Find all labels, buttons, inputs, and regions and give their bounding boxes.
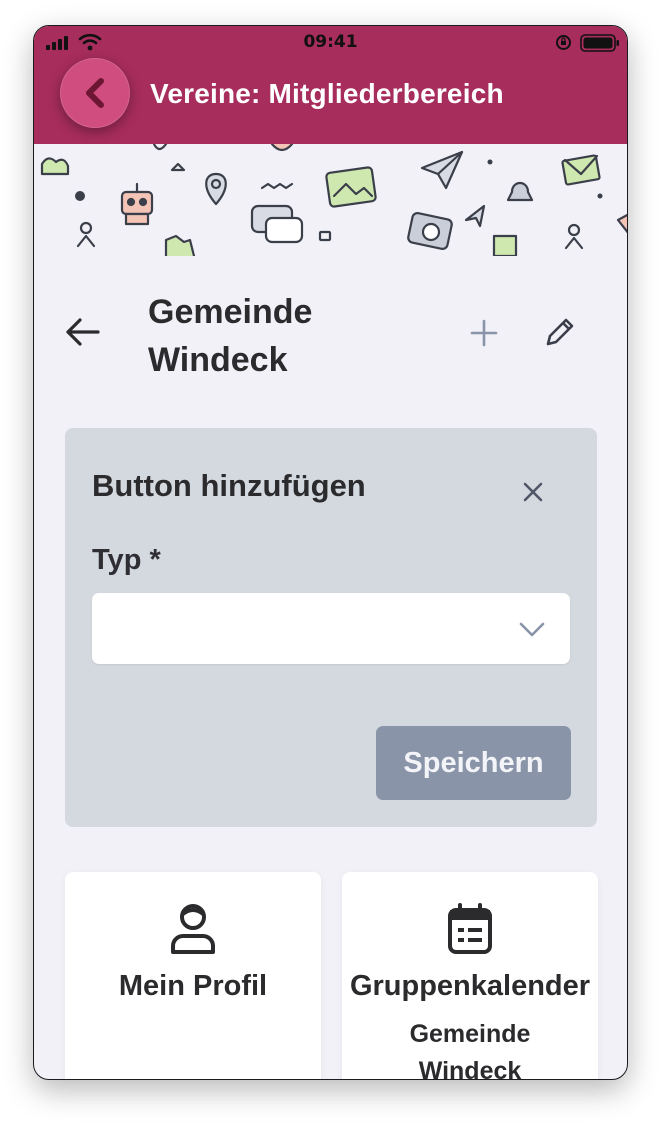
page-title: Gemeinde Windeck <box>148 293 313 379</box>
close-icon[interactable] <box>520 479 546 505</box>
save-button[interactable]: Speichern <box>376 726 571 800</box>
decorative-banner <box>34 144 627 256</box>
calendar-icon <box>448 903 492 954</box>
card-sublabel-line: Gemeinde <box>409 1020 531 1048</box>
back-button[interactable] <box>60 58 130 128</box>
plus-icon[interactable] <box>469 318 499 348</box>
battery-icon <box>580 34 619 52</box>
card-group-calendar[interactable]: Gruppenkalender Gemeinde Windeck <box>342 872 598 1080</box>
status-bar: 09:41 <box>34 26 627 60</box>
phone-screen: 09:41 Vereine: Mitgliederbereich Gemeind… <box>33 25 628 1080</box>
card-label: Gruppenkalender <box>349 970 591 1002</box>
arrow-left-icon[interactable] <box>62 311 104 353</box>
card-my-profile[interactable]: Mein Profil <box>65 872 321 1079</box>
status-time: 09:41 <box>303 32 358 52</box>
app-title: Vereine: Mitgliederbereich <box>150 78 504 109</box>
rotation-lock-icon <box>556 35 571 50</box>
card-icon-wrap <box>342 902 598 956</box>
chevron-left-icon <box>86 78 104 108</box>
type-field-label: Typ * <box>92 544 161 576</box>
main-content: Gemeinde Windeck Button hinzufügen Typ *… <box>34 256 627 1079</box>
card-label: Mein Profil <box>118 970 268 1002</box>
type-select[interactable] <box>92 593 570 664</box>
pencil-icon[interactable] <box>542 314 578 350</box>
add-button-panel: Button hinzufügen Typ * Speichern <box>65 428 597 827</box>
chevron-down-icon <box>519 622 545 637</box>
user-icon <box>171 904 215 954</box>
card-sublabel: Gemeinde Windeck <box>342 1016 598 1080</box>
card-sublabel-line: Windeck <box>418 1057 522 1080</box>
card-icon-wrap <box>65 902 321 956</box>
doodle-pattern-icon <box>40 144 627 256</box>
panel-title: Button hinzufügen <box>92 468 366 503</box>
